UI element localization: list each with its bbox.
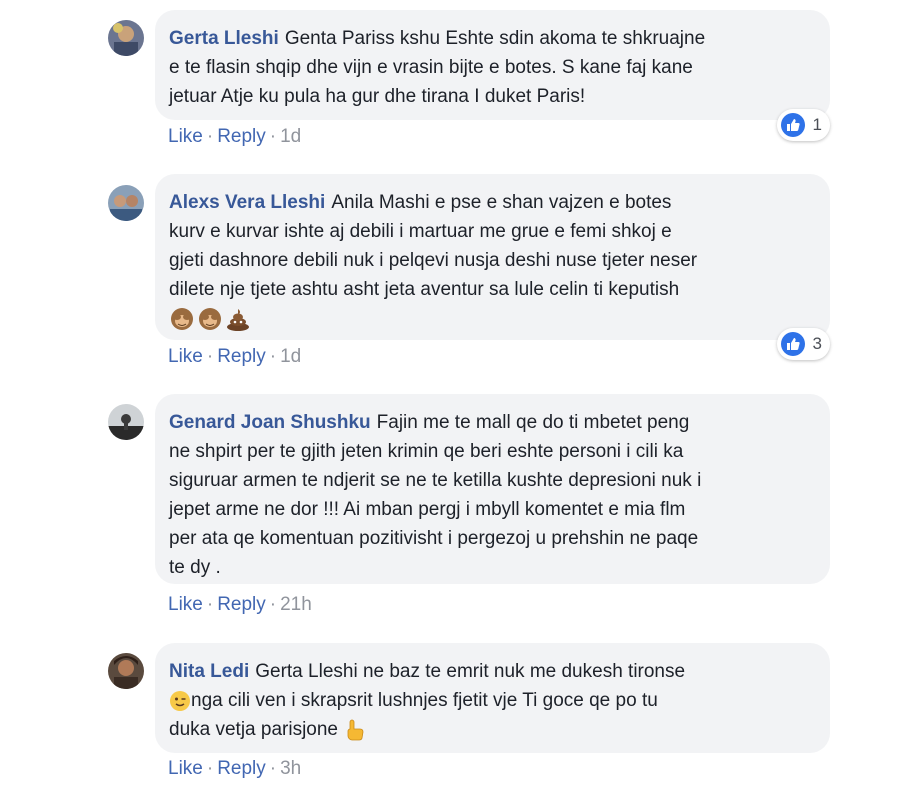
comment-actions: Like · Reply · 3h (168, 758, 301, 780)
thumbs-up-icon (780, 113, 805, 137)
comment-bubble: Genard Joan Shushku Fajin me te mall qe d… (155, 394, 830, 584)
comment-actions: Like · Reply · 1d (168, 346, 301, 368)
comment-author[interactable]: Genard Joan Shushku (169, 412, 371, 433)
separator: · (206, 346, 214, 367)
like-button[interactable]: Like (168, 126, 203, 147)
thumbs-up-icon (780, 332, 805, 356)
avatar[interactable] (108, 185, 144, 221)
comment-bubble: Nita Ledi Gerta Lleshi ne baz te emrit nu… (155, 643, 830, 753)
like-button[interactable]: Like (168, 758, 203, 779)
separator: · (269, 758, 277, 779)
reaction-summary[interactable]: 3 (776, 328, 830, 360)
comment-text-line3: duka vetja parisjone (169, 719, 338, 740)
see-no-evil-monkey-icon (197, 306, 223, 332)
avatar[interactable] (108, 404, 144, 440)
comment-author[interactable]: Gerta Lleshi (169, 28, 279, 49)
comment-actions: Like · Reply · 1d (168, 126, 301, 148)
pile-of-poo-icon (225, 306, 251, 332)
reply-button[interactable]: Reply (217, 594, 266, 615)
reaction-count: 3 (812, 334, 822, 353)
separator: · (269, 594, 277, 615)
separator: · (206, 758, 214, 779)
comment-text-line2: nga cili ven i skrapsrit lushnjes fjetit… (191, 690, 658, 711)
avatar[interactable] (108, 653, 144, 689)
like-button[interactable]: Like (168, 594, 203, 615)
comment-author[interactable]: Nita Ledi (169, 661, 249, 682)
reply-button[interactable]: Reply (217, 758, 266, 779)
timestamp[interactable]: 1d (280, 126, 301, 147)
separator: · (206, 126, 214, 147)
timestamp[interactable]: 21h (280, 594, 312, 615)
comment-actions: Like · Reply · 21h (168, 594, 312, 616)
reaction-summary[interactable]: 1 (776, 109, 830, 141)
like-button[interactable]: Like (168, 346, 203, 367)
avatar[interactable] (108, 20, 144, 56)
separator: · (269, 126, 277, 147)
separator: · (269, 346, 277, 367)
timestamp[interactable]: 3h (280, 758, 301, 779)
pointing-hand-icon (343, 718, 367, 742)
comment-author[interactable]: Alexs Vera Lleshi (169, 192, 325, 213)
separator: · (206, 594, 214, 615)
winking-face-icon (169, 690, 191, 712)
comment-text-line1: Gerta Lleshi ne baz te emrit nuk me duke… (255, 661, 686, 682)
timestamp[interactable]: 1d (280, 346, 301, 367)
reaction-count: 1 (812, 115, 822, 134)
emoji-row (169, 306, 251, 332)
comment-bubble: Alexs Vera Lleshi Anila Mashi e pse e sha… (155, 174, 830, 340)
reply-button[interactable]: Reply (217, 346, 266, 367)
reply-button[interactable]: Reply (217, 126, 266, 147)
comment-text: Fajin me te mall qe do ti mbetet peng ne… (169, 412, 702, 578)
see-no-evil-monkey-icon (169, 306, 195, 332)
comment-bubble: Gerta Lleshi Genta Pariss kshu Eshte sdin… (155, 10, 830, 120)
